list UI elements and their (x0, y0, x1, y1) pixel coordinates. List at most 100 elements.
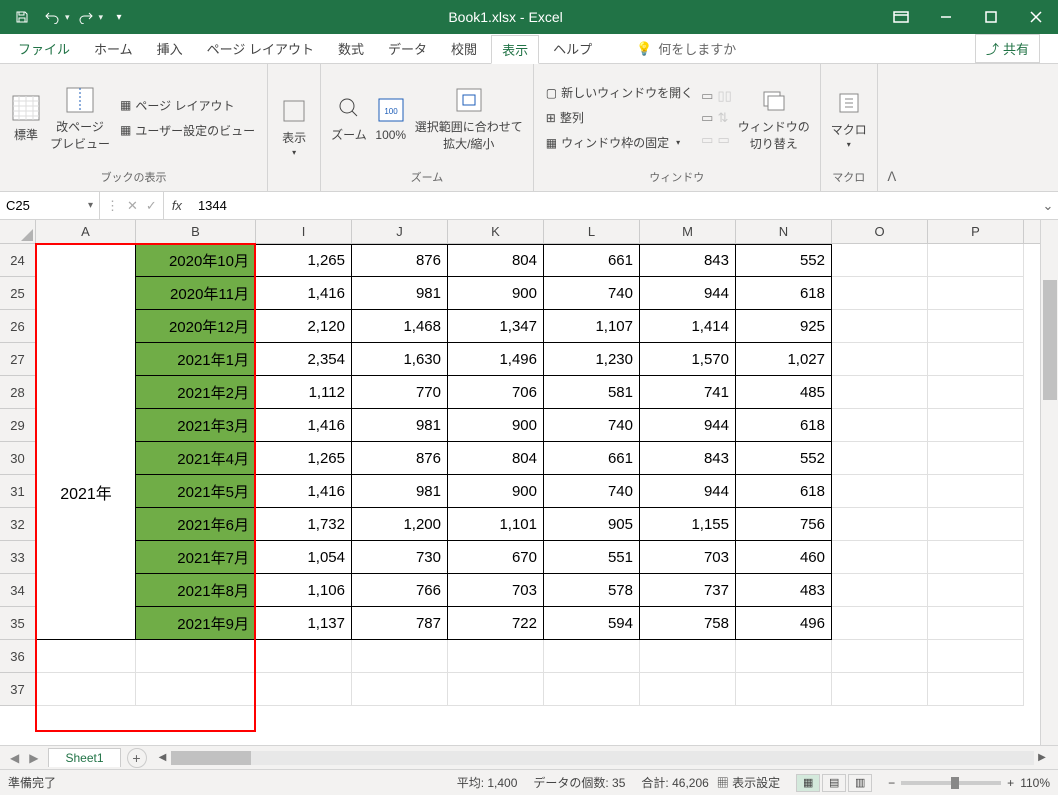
cell[interactable] (640, 640, 736, 673)
cell[interactable]: 740 (544, 409, 640, 442)
cell[interactable]: 766 (352, 574, 448, 607)
tab-review[interactable]: 校閲 (441, 35, 487, 62)
undo-dropdown-icon[interactable]: ▾ (65, 12, 70, 23)
cell[interactable]: 661 (544, 442, 640, 475)
cell[interactable]: 1,265 (256, 244, 352, 277)
row-header[interactable]: 25 (0, 277, 35, 310)
macros-button[interactable]: マクロ ▾ (829, 85, 869, 151)
unhide-icon[interactable]: ▭ (701, 132, 713, 148)
page-break-preview-button[interactable]: 改ページ プレビュー (48, 82, 112, 154)
zoom-slider[interactable] (901, 781, 1001, 785)
zoom-button[interactable]: ズーム (329, 90, 369, 145)
cell[interactable]: 618 (736, 277, 832, 310)
cell[interactable] (36, 244, 136, 277)
cell[interactable] (928, 310, 1024, 343)
cell[interactable]: 944 (640, 409, 736, 442)
cell[interactable] (832, 244, 928, 277)
tab-file[interactable]: ファイル (8, 35, 80, 62)
select-all-corner[interactable] (0, 220, 36, 244)
cell[interactable]: 581 (544, 376, 640, 409)
cell[interactable]: 843 (640, 244, 736, 277)
cell[interactable]: 618 (736, 475, 832, 508)
cell[interactable]: 2021年9月 (136, 607, 256, 640)
cell[interactable] (36, 673, 136, 706)
scroll-right-icon[interactable]: ▶ (1034, 752, 1050, 763)
cell[interactable]: 2,354 (256, 343, 352, 376)
cell[interactable] (928, 640, 1024, 673)
cell[interactable] (36, 607, 136, 640)
cell[interactable] (832, 376, 928, 409)
redo-dropdown-icon[interactable]: ▾ (99, 12, 104, 23)
zoom-in-button[interactable]: + (1007, 776, 1014, 790)
ribbon-display-icon[interactable] (878, 0, 923, 34)
display-settings-button[interactable]: ▦ 表示設定 (717, 774, 780, 791)
cell[interactable] (832, 475, 928, 508)
cell[interactable] (832, 277, 928, 310)
cell[interactable]: 670 (448, 541, 544, 574)
cell[interactable] (136, 640, 256, 673)
freeze-panes-button[interactable]: ▦ウィンドウ枠の固定▾ (542, 132, 697, 153)
cell[interactable]: 804 (448, 442, 544, 475)
row-header[interactable]: 24 (0, 244, 35, 277)
cell[interactable]: 804 (448, 244, 544, 277)
cell[interactable] (736, 673, 832, 706)
cell[interactable]: 730 (352, 541, 448, 574)
column-header[interactable]: J (352, 220, 448, 243)
cell[interactable] (36, 343, 136, 376)
column-header[interactable]: N (736, 220, 832, 243)
tab-page-layout[interactable]: ページ レイアウト (197, 35, 324, 62)
cell[interactable] (36, 541, 136, 574)
cell[interactable] (36, 574, 136, 607)
show-button[interactable]: 表示 ▾ (276, 93, 312, 159)
reset-pos-icon[interactable]: ▭ (717, 132, 731, 148)
cell[interactable] (832, 310, 928, 343)
cell[interactable] (832, 541, 928, 574)
cell[interactable] (928, 673, 1024, 706)
cell[interactable] (36, 409, 136, 442)
row-header[interactable]: 32 (0, 508, 35, 541)
cell[interactable]: 578 (544, 574, 640, 607)
zoom-100-button[interactable]: 100 100% (373, 92, 409, 144)
tab-home[interactable]: ホーム (84, 35, 143, 62)
cell[interactable] (136, 673, 256, 706)
tell-me-search[interactable]: 💡 何をしますか (636, 39, 971, 58)
hscroll-thumb[interactable] (171, 751, 251, 765)
cell[interactable] (448, 673, 544, 706)
cell[interactable]: 703 (448, 574, 544, 607)
row-header[interactable]: 30 (0, 442, 35, 475)
name-box[interactable]: C25 ▾ (0, 192, 100, 219)
cell[interactable] (352, 673, 448, 706)
cell[interactable]: 925 (736, 310, 832, 343)
fx-icon[interactable]: fx (164, 198, 190, 213)
enter-icon[interactable]: ✓ (146, 198, 157, 214)
horizontal-scrollbar[interactable]: ◀ ▶ (155, 750, 1050, 766)
cell[interactable]: 1,265 (256, 442, 352, 475)
cell[interactable]: 905 (544, 508, 640, 541)
cell[interactable] (832, 409, 928, 442)
cell[interactable]: 756 (736, 508, 832, 541)
switch-windows-button[interactable]: ウィンドウの 切り替え (736, 82, 812, 154)
cell[interactable]: 1,416 (256, 475, 352, 508)
cell[interactable] (256, 673, 352, 706)
cell[interactable] (928, 343, 1024, 376)
view-side-icon[interactable]: ▯▯ (717, 88, 731, 104)
cell[interactable] (448, 640, 544, 673)
normal-view-button[interactable]: 標準 (8, 90, 44, 145)
cell[interactable]: 2021年2月 (136, 376, 256, 409)
cell[interactable] (928, 475, 1024, 508)
cell[interactable]: 876 (352, 442, 448, 475)
cell[interactable] (544, 673, 640, 706)
column-header[interactable]: B (136, 220, 256, 243)
column-header[interactable]: I (256, 220, 352, 243)
normal-mode-button[interactable]: ▦ (796, 774, 820, 792)
cell[interactable] (36, 508, 136, 541)
cell[interactable]: 1,200 (352, 508, 448, 541)
cell[interactable]: 740 (544, 277, 640, 310)
cell[interactable]: 552 (736, 244, 832, 277)
row-header[interactable]: 29 (0, 409, 35, 442)
cell[interactable]: 787 (352, 607, 448, 640)
cell[interactable] (36, 640, 136, 673)
formula-help-icon[interactable]: ⋮ (106, 198, 119, 214)
row-header[interactable]: 28 (0, 376, 35, 409)
scrollbar-thumb[interactable] (1043, 280, 1057, 400)
